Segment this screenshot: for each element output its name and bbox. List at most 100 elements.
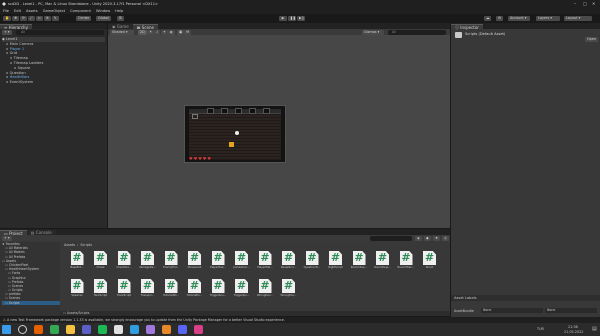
vscode-icon[interactable] — [130, 325, 139, 334]
script-asset[interactable]: # damageDe... — [139, 251, 157, 269]
menu-item-file[interactable]: File — [3, 9, 9, 13]
script-asset[interactable]: # RightScript — [327, 251, 345, 269]
script-asset[interactable]: # Shoot — [421, 251, 439, 269]
app-pink-icon[interactable] — [194, 325, 203, 334]
layout-dropdown[interactable]: Layout ▾ — [564, 15, 592, 21]
script-asset[interactable]: # Room2Sup... — [374, 251, 392, 269]
firefox-icon[interactable] — [34, 325, 43, 334]
tab-scene[interactable]: ▦ Scene — [132, 23, 158, 30]
script-asset[interactable]: # CheckGro... — [115, 251, 133, 269]
clock-time[interactable]: 21:36 — [568, 325, 578, 329]
tab-project[interactable]: ▭ Project — [0, 229, 27, 236]
menu-item-edit[interactable]: Edit — [14, 9, 21, 13]
collab-cloud-icon[interactable]: ☁ — [484, 15, 492, 21]
tab-console[interactable]: ▤ Console — [26, 229, 56, 235]
script-asset[interactable]: # Spawner — [68, 279, 86, 297]
rect-tool-icon[interactable]: ▭ — [35, 15, 43, 21]
script-asset[interactable]: # TankScript — [92, 279, 110, 297]
tools-icon[interactable]: ⚒ — [184, 29, 192, 35]
hidden-objects-icon[interactable]: ◐ — [168, 29, 175, 35]
pause-button-icon[interactable]: ❚❚ — [288, 15, 296, 21]
script-asset[interactable]: # TutorialEn... — [186, 279, 204, 297]
gizmos-dropdown[interactable]: Gizmos ▾ — [362, 29, 384, 35]
script-asset[interactable]: # EnemyFoll... — [162, 251, 180, 269]
space-toggle[interactable]: Global — [96, 15, 111, 21]
shading-dropdown[interactable]: Shaded ▾ — [110, 29, 134, 35]
project-tree-item[interactable]: ▭ Scripts — [2, 300, 60, 305]
script-asset[interactable]: # BaseEnt... — [68, 251, 86, 269]
rotate-tool-icon[interactable]: ⟳ — [20, 15, 27, 21]
script-asset[interactable]: # portalsCon... — [233, 251, 251, 269]
script-asset[interactable]: # TriggerSpr... — [233, 279, 251, 297]
account-dropdown[interactable]: Account ▾ — [508, 15, 530, 21]
blender-icon[interactable] — [162, 325, 171, 334]
notification-icon[interactable]: ▤ — [592, 326, 597, 332]
script-asset[interactable]: # WrongDoo... — [256, 279, 274, 297]
step-button-icon[interactable]: ▶❙ — [297, 15, 305, 21]
script-asset[interactable]: # PlayerWal... — [256, 251, 274, 269]
pivot-toggle[interactable]: Center — [76, 15, 92, 21]
create-asset-button[interactable]: + ▾ — [2, 235, 12, 241]
script-asset[interactable]: # Room3Tran... — [397, 251, 415, 269]
spotify-icon[interactable] — [98, 325, 107, 334]
hierarchy-item[interactable]: ▫ EventSystem — [2, 80, 105, 85]
scene-search-input[interactable]: All — [388, 29, 446, 35]
script-asset[interactable]: # Movement — [186, 251, 204, 269]
filter-label-icon[interactable]: ◆ — [424, 235, 431, 241]
variant-dropdown[interactable]: None — [545, 308, 597, 313]
hand-tool-icon[interactable]: ✋ — [3, 15, 12, 21]
teams-icon[interactable] — [82, 325, 91, 334]
script-asset[interactable]: # Room1Sup... — [350, 251, 368, 269]
tab-game[interactable]: ◉ Game — [108, 23, 133, 29]
explorer-icon[interactable] — [66, 325, 75, 334]
search-icon[interactable] — [18, 325, 27, 334]
move-tool-icon[interactable]: ✥ — [12, 15, 20, 21]
script-asset[interactable]: # Transpor... — [139, 279, 157, 297]
tab-inspector[interactable]: ⓘ Inspector — [451, 23, 483, 30]
script-asset[interactable]: # TriggerSon... — [209, 279, 227, 297]
script-asset[interactable]: # WrongDoo... — [280, 279, 298, 297]
close-button[interactable]: ✕ — [592, 1, 595, 6]
minimize-button[interactable]: – — [574, 1, 576, 6]
menu-item-gameobject[interactable]: GameObject — [43, 9, 65, 13]
script-asset[interactable]: # PlayerHea... — [209, 251, 227, 269]
menu-item-window[interactable]: Window — [96, 9, 110, 13]
favorite-icon[interactable]: ★ — [433, 235, 441, 241]
script-asset[interactable]: # QuestionTo... — [303, 251, 321, 269]
hierarchy-search-input[interactable]: All — [16, 30, 104, 35]
open-button[interactable]: Open — [585, 37, 599, 42]
breadcrumb-scripts[interactable]: Scripts — [80, 243, 92, 247]
custom-tool-icon[interactable]: ✎ — [51, 15, 59, 21]
maximize-button[interactable]: □ — [583, 1, 587, 6]
script-asset[interactable]: # Chase — [92, 251, 110, 269]
project-search-input[interactable] — [370, 235, 412, 241]
mode-2d-toggle[interactable]: 2D — [138, 29, 147, 35]
menu-item-help[interactable]: Help — [115, 9, 123, 13]
menu-item-component[interactable]: Component — [70, 9, 91, 13]
services-icon[interactable]: ⚙ — [496, 15, 504, 21]
chrome-icon[interactable] — [50, 325, 59, 334]
grid-snap-icon[interactable]: ⊞ — [117, 15, 124, 21]
status-message[interactable]: A new Test Framework package version 1.1… — [7, 318, 285, 322]
breadcrumb-assets[interactable]: Assets — [64, 243, 75, 247]
tab-hierarchy[interactable]: ≡ Hierarchy — [0, 23, 32, 30]
add-object-button[interactable]: + ▾ — [2, 30, 12, 35]
script-asset[interactable]: # Tutorial3D... — [162, 279, 180, 297]
play-button-icon[interactable]: ▶ — [279, 15, 287, 21]
menu-item-assets[interactable]: Assets — [26, 9, 38, 13]
scale-tool-icon[interactable]: ⤢ — [27, 15, 35, 21]
hidden-packages-icon[interactable]: ◎ — [442, 235, 449, 241]
layers-dropdown[interactable]: Layers ▾ — [536, 15, 560, 21]
audio-icon[interactable]: ♪ — [154, 29, 161, 35]
script-asset[interactable]: # PauseScri... — [280, 251, 298, 269]
clock-date[interactable]: 21.05.2022 — [564, 330, 583, 334]
visual-studio-icon[interactable] — [146, 325, 155, 334]
unity-icon[interactable] — [114, 325, 123, 334]
lighting-icon[interactable]: ☀ — [147, 29, 155, 35]
language-indicator[interactable]: TUR — [537, 327, 544, 331]
discord-icon[interactable] — [178, 325, 187, 334]
transform-tool-icon[interactable]: ⊕ — [43, 15, 51, 21]
effects-icon[interactable]: ✦ — [161, 29, 168, 35]
script-asset[interactable]: # TrackScript — [115, 279, 133, 297]
start-icon[interactable] — [2, 325, 11, 334]
